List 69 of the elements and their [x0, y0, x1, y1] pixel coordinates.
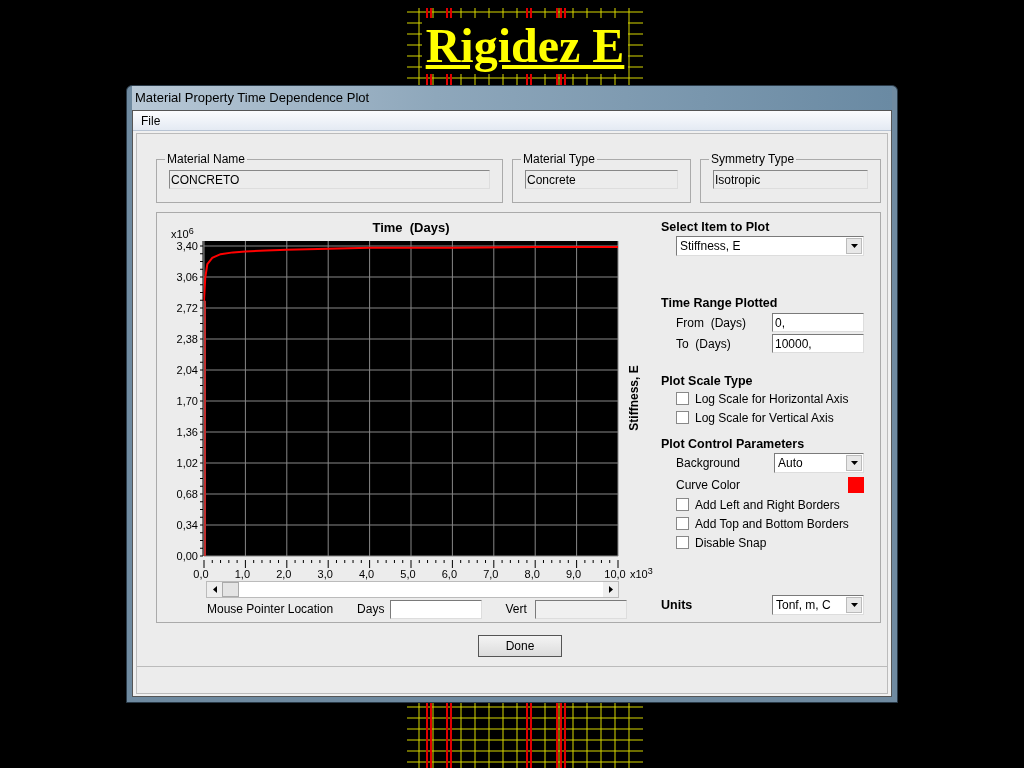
- dropdown[interactable]: Stiffness, E: [676, 236, 864, 256]
- section-heading: Plot Scale Type: [661, 373, 754, 389]
- section-heading: Plot Control Parameters: [661, 436, 806, 452]
- menu-item[interactable]: File: [133, 111, 169, 130]
- group-label: Symmetry Type: [710, 151, 796, 168]
- x-tick-label: 8,0: [524, 568, 540, 580]
- y-tick-label: 0,68: [176, 488, 198, 500]
- scroll-left-icon[interactable]: [207, 582, 222, 597]
- readonly-field: CONCRETO: [169, 170, 490, 189]
- scrollbar[interactable]: [206, 581, 619, 598]
- x-tick-label: 1,0: [234, 568, 251, 580]
- y-tick-label: 1,70: [176, 395, 198, 407]
- y-tick-label: 1,02: [176, 457, 198, 469]
- units-label: Units: [661, 596, 694, 614]
- y-tick-label: 1,36: [176, 426, 198, 438]
- x-multiplier: x10$^{3}$: [630, 566, 653, 580]
- vert-label: Vert: [505, 601, 527, 618]
- y-tick-label: 2,04: [176, 364, 198, 376]
- checkbox-label: Log Scale for Horizontal Axis: [695, 390, 849, 408]
- pointer-location-label: Mouse Pointer Location: [207, 601, 334, 618]
- x-tick-label: 0,0: [193, 568, 209, 580]
- scroll-right-icon[interactable]: [603, 582, 618, 597]
- y-multiplier: x10$^{6}$: [171, 226, 194, 240]
- y-tick-label: 0,00: [176, 550, 198, 562]
- dropdown[interactable]: Auto: [774, 453, 864, 473]
- x-tick-label: 7,0: [483, 568, 499, 580]
- x-tick-label: 3,0: [317, 568, 333, 580]
- input-field[interactable]: 10000,: [772, 334, 864, 353]
- section-heading: Time Range Plotted: [661, 295, 779, 311]
- window-title: Material Property Time Dependence Plot: [135, 89, 370, 108]
- x-tick-label: 6,0: [441, 568, 458, 580]
- group-label: Material Name: [166, 151, 247, 168]
- readonly-field: Isotropic: [713, 170, 868, 189]
- background-label: Background: [676, 455, 742, 472]
- y-tick-label: 2,38: [176, 333, 198, 345]
- input-field[interactable]: [390, 599, 483, 619]
- y-tick-label: 2,72: [176, 302, 198, 314]
- checkbox-label: Add Left and Right Borders: [695, 496, 840, 514]
- slide-title: Rigidez E: [421, 18, 629, 74]
- checkbox[interactable]: [676, 392, 689, 405]
- done-button[interactable]: Done: [478, 635, 562, 657]
- y-axis-title: Stiffness, E: [627, 365, 641, 431]
- checkbox-label: Log Scale for Vertical Axis: [695, 409, 834, 427]
- checkbox-label: Disable Snap: [695, 534, 767, 552]
- x-tick-label: 5,0: [400, 568, 416, 580]
- y-tick-label: 0,34: [176, 519, 198, 531]
- from-label: From (Days): [676, 314, 747, 332]
- x-tick-label: 4,0: [358, 568, 375, 580]
- x-tick-label: 9,0: [565, 568, 582, 580]
- to-label: To (Days): [676, 335, 732, 353]
- checkbox[interactable]: [676, 411, 689, 424]
- scroll-thumb[interactable]: [222, 582, 239, 597]
- group-label: Material Type: [522, 151, 596, 168]
- curve-color-label: Curve Color: [676, 476, 742, 494]
- x-tick-label: 10,0: [604, 568, 626, 580]
- checkbox-label: Add Top and Bottom Borders: [695, 515, 849, 533]
- checkbox[interactable]: [676, 517, 689, 530]
- chart-title: Time (Days): [372, 220, 450, 235]
- days-label: Days: [357, 601, 385, 618]
- readonly-field: Concrete: [525, 170, 678, 189]
- x-tick-label: 2,0: [276, 568, 292, 580]
- checkbox[interactable]: [676, 536, 689, 549]
- color-swatch[interactable]: [848, 476, 864, 493]
- checkbox[interactable]: [676, 498, 689, 511]
- y-tick-label: 3,06: [176, 271, 198, 283]
- y-tick-label: 3,40: [176, 240, 198, 252]
- input-field[interactable]: 0,: [772, 313, 864, 332]
- section-heading: Select Item to Plot: [661, 219, 771, 235]
- dropdown[interactable]: Tonf, m, C: [772, 595, 864, 615]
